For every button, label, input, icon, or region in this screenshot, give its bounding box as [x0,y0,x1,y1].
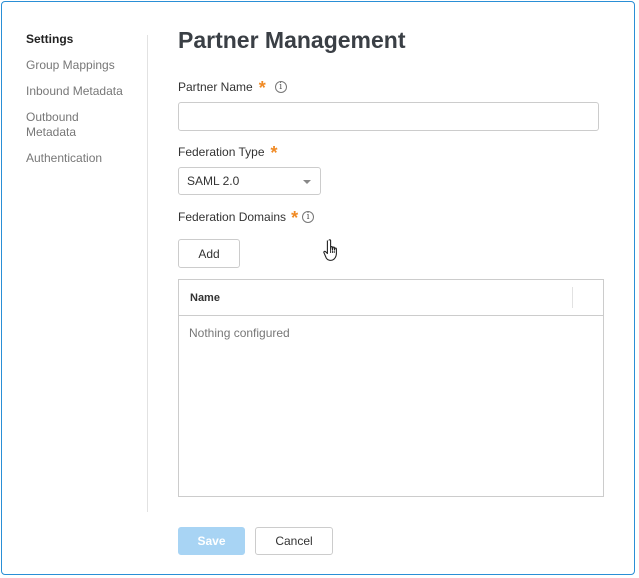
table-header: Name [179,280,603,316]
sidebar-item-authentication[interactable]: Authentication [26,151,146,166]
federation-type-label: Federation Type [178,145,265,159]
partner-name-input[interactable] [178,102,599,131]
save-button[interactable]: Save [178,527,245,555]
info-icon[interactable]: i [274,81,287,93]
partner-name-label-row: Partner Name * i [178,78,287,98]
required-asterisk: * [291,208,299,228]
sidebar: Settings Group Mappings Inbound Metadata… [26,32,146,177]
federation-domains-table: Name Nothing configured [178,279,604,497]
sidebar-item-settings[interactable]: Settings [26,32,146,47]
info-icon[interactable]: i [302,211,315,223]
federation-type-value: SAML 2.0 [187,174,240,188]
chevron-down-icon [303,180,311,184]
sidebar-divider [147,35,148,512]
sidebar-item-group-mappings[interactable]: Group Mappings [26,58,146,73]
sidebar-item-inbound-metadata[interactable]: Inbound Metadata [26,84,146,99]
dialog-frame: Settings Group Mappings Inbound Metadata… [1,1,635,575]
column-header-name[interactable]: Name [190,292,220,304]
page-title: Partner Management [178,27,406,53]
sidebar-item-outbound-metadata[interactable]: Outbound Metadata [26,110,146,140]
required-asterisk: * [270,143,278,163]
add-domain-button[interactable]: Add [178,239,240,268]
cancel-button[interactable]: Cancel [255,527,333,555]
partner-name-label: Partner Name [178,80,253,94]
federation-domains-label: Federation Domains [178,210,287,224]
federation-domains-label-row: Federation Domains * i [178,208,315,228]
hand-pointer-icon [323,239,337,261]
column-separator [572,287,573,308]
federation-type-label-row: Federation Type * [178,143,278,163]
required-asterisk: * [258,78,266,98]
federation-type-select[interactable]: SAML 2.0 [178,167,321,195]
empty-state-text: Nothing configured [189,326,290,340]
